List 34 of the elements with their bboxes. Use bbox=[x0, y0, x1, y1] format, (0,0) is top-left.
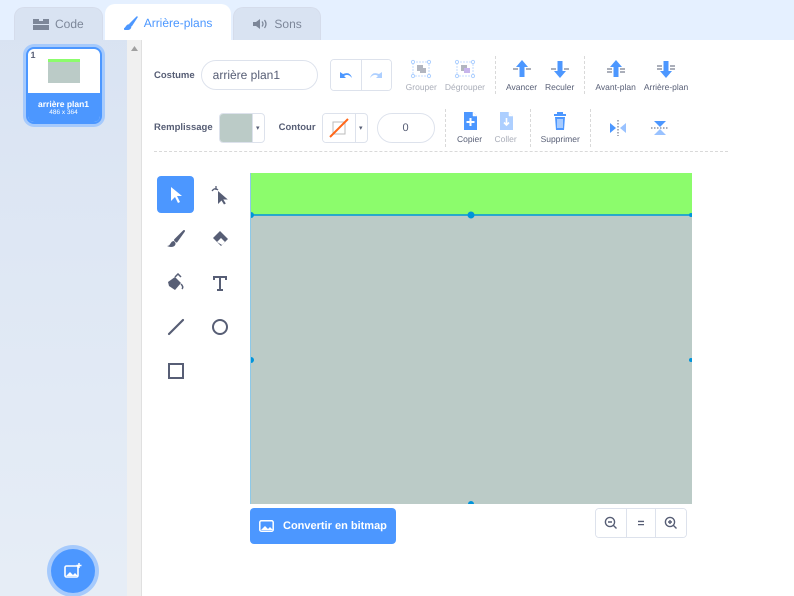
arrow-down-icon bbox=[548, 58, 571, 78]
image-plus-icon bbox=[64, 563, 82, 579]
action-button[interactable]: Supprimer bbox=[538, 111, 582, 144]
speaker-icon bbox=[252, 18, 268, 30]
costume-number: 1 bbox=[30, 50, 36, 60]
fill-label: Remplissage bbox=[154, 122, 213, 133]
arrow-down-icon bbox=[655, 58, 678, 78]
undo-icon bbox=[338, 70, 353, 80]
redo-icon bbox=[369, 70, 384, 80]
cursor-icon[interactable] bbox=[157, 176, 194, 213]
image-icon bbox=[259, 520, 274, 532]
outline-width-field[interactable]: 0 bbox=[376, 112, 435, 142]
action-button[interactable]: Copier bbox=[454, 111, 486, 144]
brush-icon bbox=[124, 16, 138, 30]
group-icon bbox=[410, 58, 432, 78]
costume-thumbnail bbox=[48, 59, 80, 83]
arrow-up-icon bbox=[510, 58, 533, 78]
zoom-in-icon bbox=[664, 516, 678, 530]
costume-label: Costume bbox=[154, 70, 195, 80]
fill-color-swatch[interactable] bbox=[220, 114, 253, 142]
zoom-reset-button[interactable]: = bbox=[626, 509, 656, 537]
action-button[interactable]: Avant-plan bbox=[593, 58, 638, 92]
no-color-icon[interactable] bbox=[328, 118, 350, 138]
code-blocks-icon bbox=[33, 18, 49, 30]
ungroup-icon bbox=[454, 58, 476, 78]
arrow-up-icon bbox=[604, 58, 627, 78]
zoom-out-icon bbox=[604, 516, 618, 530]
add-backdrop-button[interactable] bbox=[51, 549, 95, 593]
costume-name-field[interactable]: arrière plan1 bbox=[200, 60, 318, 90]
outline-label: Contour bbox=[278, 122, 316, 133]
action-button[interactable]: Arrière-plan bbox=[642, 58, 690, 92]
costume-name: arrière plan1 bbox=[38, 99, 90, 109]
action-button[interactable]: Avancer bbox=[504, 58, 540, 92]
action-button[interactable]: Reculer bbox=[543, 58, 576, 92]
